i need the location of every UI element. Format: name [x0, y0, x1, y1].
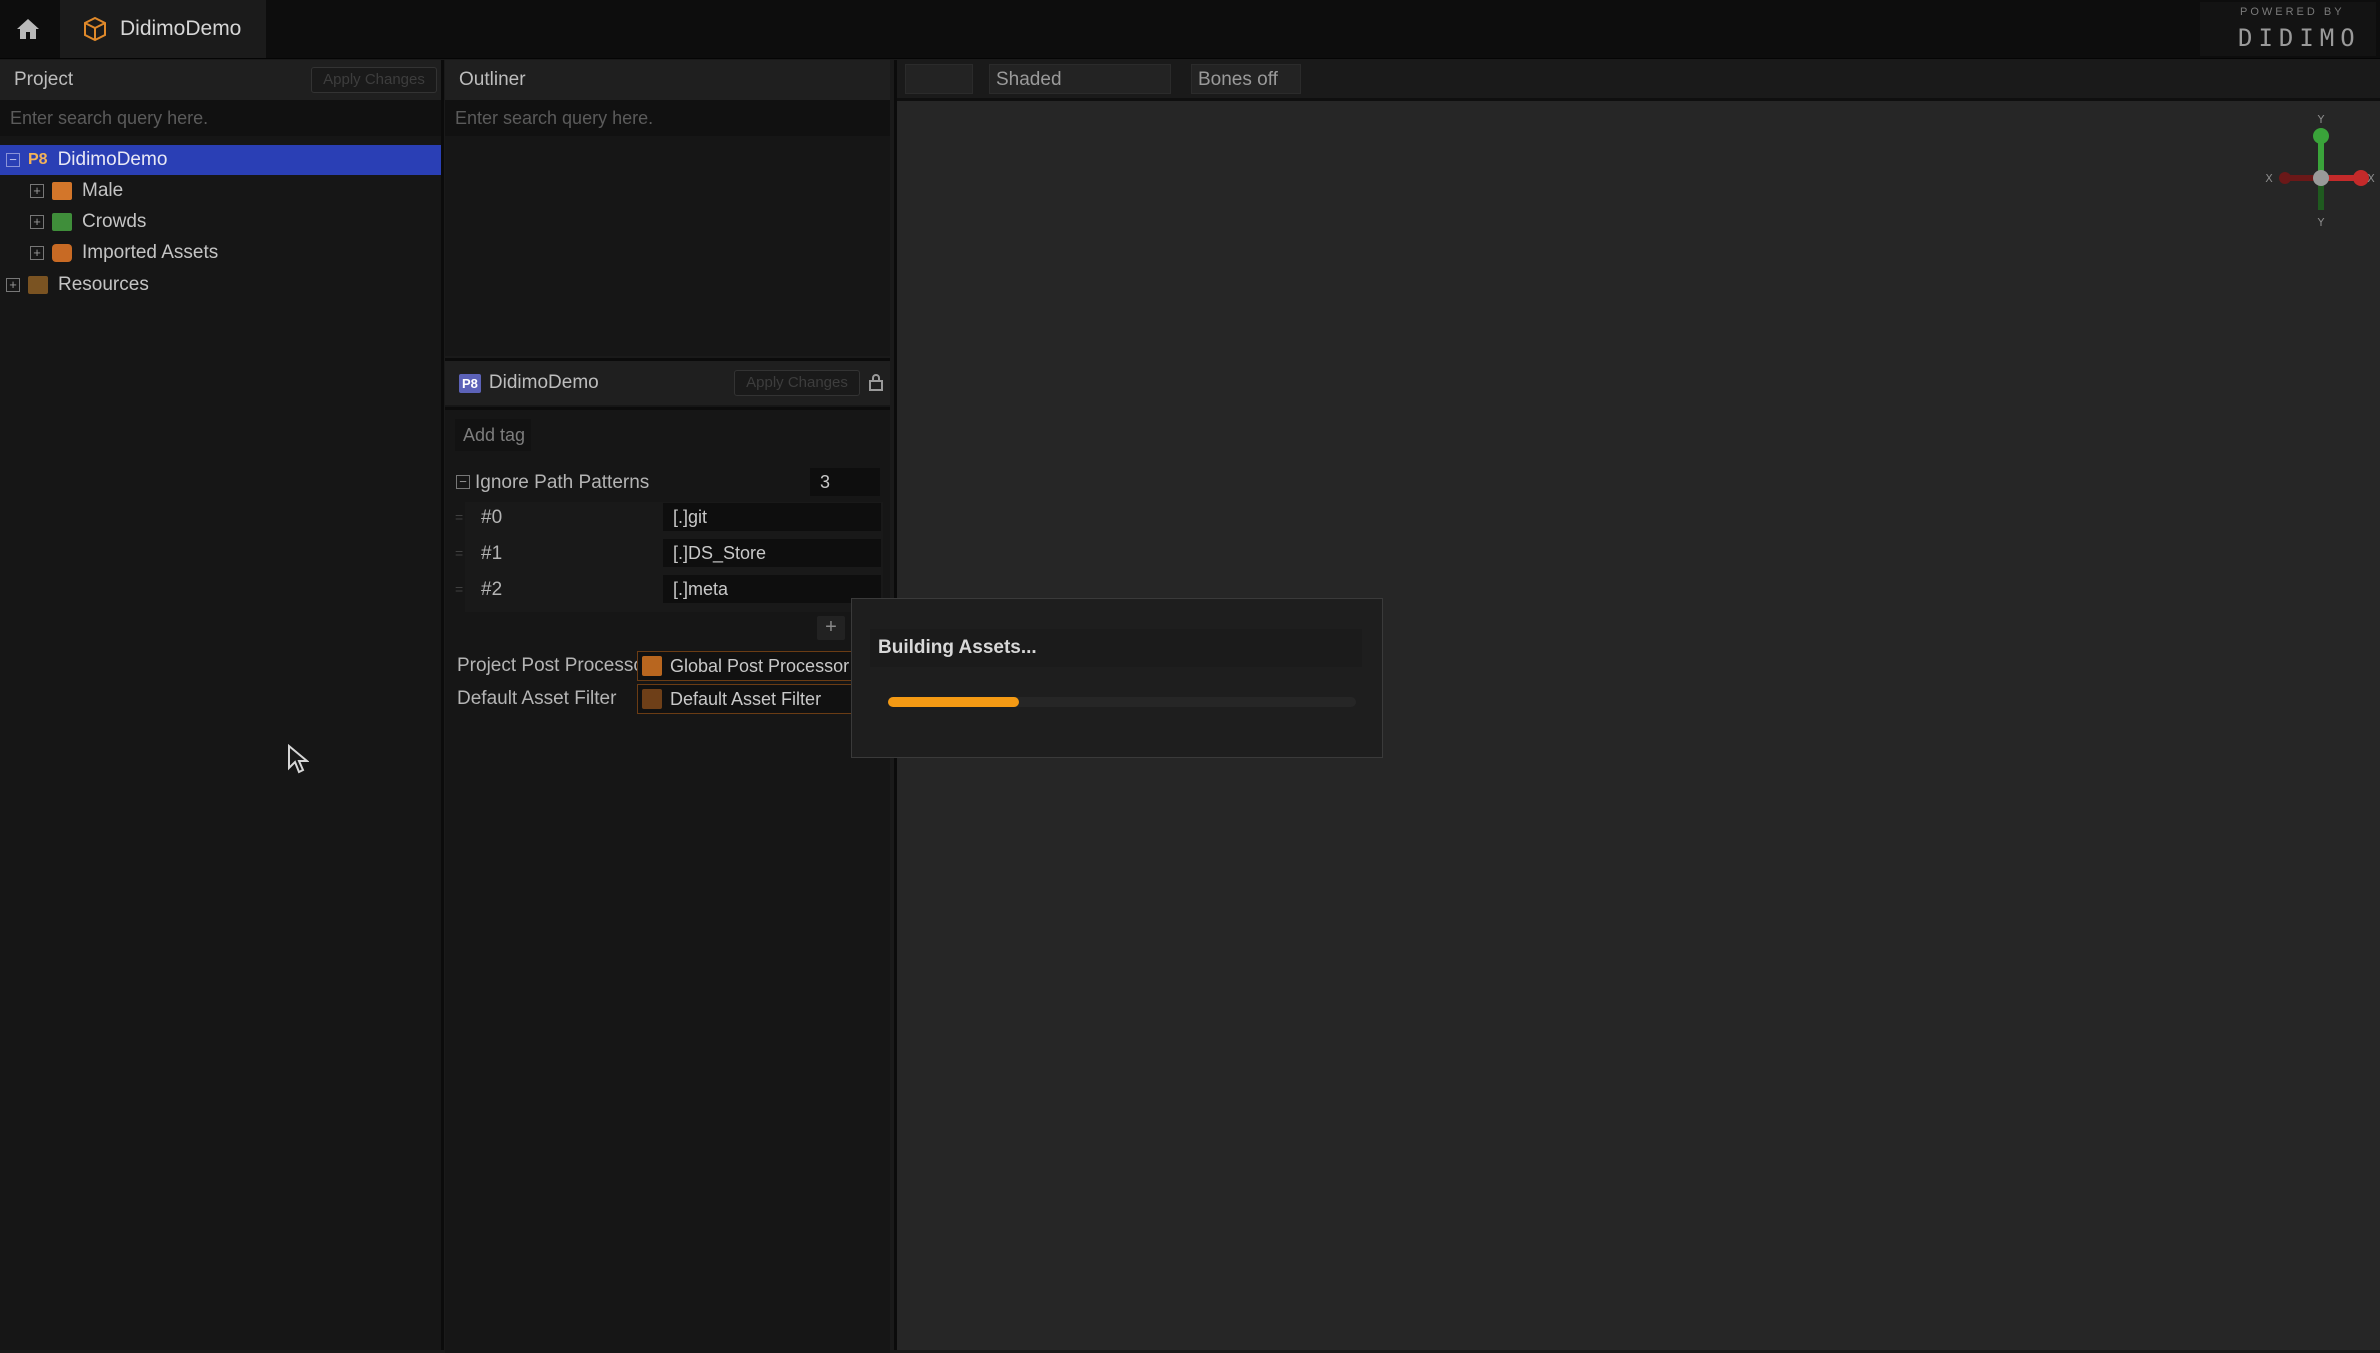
ignore-item-value[interactable]: [.]DS_Store: [663, 539, 881, 567]
app-tab[interactable]: DidimoDemo: [60, 0, 266, 58]
progress-bar: [888, 697, 1356, 707]
inspector-title: DidimoDemo: [488, 372, 599, 393]
divider: [445, 407, 890, 410]
app-tab-title: DidimoDemo: [120, 17, 242, 40]
axis-gizmo-icon: Y X X Y: [2265, 113, 2375, 229]
viewport-toolbar: Shaded Bones off: [897, 60, 2380, 101]
project-search-input[interactable]: Enter search query here.: [0, 100, 441, 136]
tree-item-label: Resources: [58, 274, 149, 295]
asset-filter-label: Default Asset Filter: [457, 688, 617, 709]
lock-icon[interactable]: [869, 373, 883, 391]
tree-item-imported-assets[interactable]: + Imported Assets: [0, 238, 441, 268]
expand-icon[interactable]: +: [6, 278, 20, 292]
didimo-logo: DIDIMO: [2238, 24, 2361, 52]
expand-icon[interactable]: +: [30, 215, 44, 229]
outliner-panel: Outliner Enter search query here.: [445, 60, 890, 356]
ignore-item-index: #1: [481, 543, 503, 564]
resources-folder-icon: [28, 276, 48, 294]
ignore-item-value[interactable]: [.]meta: [663, 575, 881, 603]
mouse-cursor-icon: [288, 744, 309, 774]
tree-item-resources[interactable]: + Resources: [0, 270, 441, 300]
brand-logo: POWERED BY DIDIMO: [2200, 2, 2376, 56]
shading-dropdown[interactable]: Shaded: [989, 64, 1171, 94]
add-tag-input[interactable]: Add tag: [455, 419, 531, 451]
drag-handle-icon[interactable]: =: [455, 545, 463, 561]
bones-toggle[interactable]: Bones off: [1191, 64, 1301, 94]
gizmo-x-label: X: [2367, 172, 2375, 185]
project-badge-icon: P8: [459, 373, 481, 393]
add-pattern-button[interactable]: +: [817, 616, 845, 640]
powered-by-label: POWERED BY: [2240, 6, 2345, 18]
outliner-header: Outliner: [445, 60, 890, 100]
orientation-gizmo[interactable]: Y X X Y: [2263, 113, 2379, 236]
character-icon: [52, 182, 72, 200]
project-panel-title: Project: [14, 69, 74, 90]
gizmo-y-label: Y: [2317, 114, 2325, 126]
drag-handle-icon[interactable]: =: [455, 581, 463, 597]
outliner-search-input[interactable]: Enter search query here.: [445, 100, 890, 136]
dialog-title: Building Assets...: [870, 629, 1362, 667]
folder-icon: [52, 213, 72, 231]
drag-handle-icon[interactable]: =: [455, 509, 463, 525]
top-bar: DidimoDemo POWERED BY DIDIMO: [0, 0, 2380, 59]
inspector-apply-button[interactable]: Apply Changes: [734, 370, 860, 396]
tree-item-didimodemo[interactable]: − P8 DidimoDemo: [0, 145, 441, 175]
inspector-panel: P8 DidimoDemo Apply Changes Add tag − Ig…: [445, 358, 890, 1353]
home-icon: [17, 19, 39, 39]
ignore-item-index: #2: [481, 579, 503, 600]
asset-filter-field[interactable]: Default Asset Filter: [637, 684, 885, 714]
post-processor-label: Project Post Processo: [457, 655, 644, 676]
project-badge-icon: P8: [28, 151, 48, 168]
tree-item-crowds[interactable]: + Crowds: [0, 207, 441, 237]
ignore-count-field[interactable]: 3: [810, 468, 880, 496]
collapse-icon[interactable]: −: [456, 475, 470, 489]
apply-changes-button[interactable]: Apply Changes: [311, 67, 437, 93]
progress-fill: [888, 697, 1020, 707]
imported-assets-icon: [52, 244, 72, 262]
ignore-item-value[interactable]: [.]git: [663, 503, 881, 531]
tree-item-label: DidimoDemo: [57, 149, 168, 170]
asset-filter-value: Default Asset Filter: [670, 688, 822, 709]
cube-icon: [84, 16, 106, 42]
post-processor-field[interactable]: Global Post Processor: [637, 651, 885, 681]
gizmo-neg-x-label: X: [2265, 172, 2273, 185]
expand-icon[interactable]: +: [30, 184, 44, 198]
building-assets-dialog: Building Assets...: [851, 598, 1383, 758]
tree-item-label: Male: [82, 180, 124, 201]
post-processor-value: Global Post Processor: [670, 655, 850, 676]
outliner-title: Outliner: [459, 69, 526, 90]
post-processor-icon: [642, 656, 662, 676]
gizmo-neg-y-label: Y: [2317, 216, 2325, 229]
camera-dropdown[interactable]: [905, 64, 973, 94]
ignore-item-index: #0: [481, 507, 503, 528]
ignore-path-patterns-label: Ignore Path Patterns: [475, 472, 650, 493]
tree-item-label: Imported Assets: [82, 242, 219, 263]
project-panel: Project Apply Changes Enter search query…: [0, 60, 444, 1350]
collapse-icon[interactable]: −: [6, 153, 20, 167]
tree-item-male[interactable]: + Male: [0, 176, 441, 206]
expand-icon[interactable]: +: [30, 246, 44, 260]
asset-filter-icon: [642, 689, 662, 709]
home-button[interactable]: [0, 0, 56, 58]
tree-item-label: Crowds: [82, 211, 147, 232]
